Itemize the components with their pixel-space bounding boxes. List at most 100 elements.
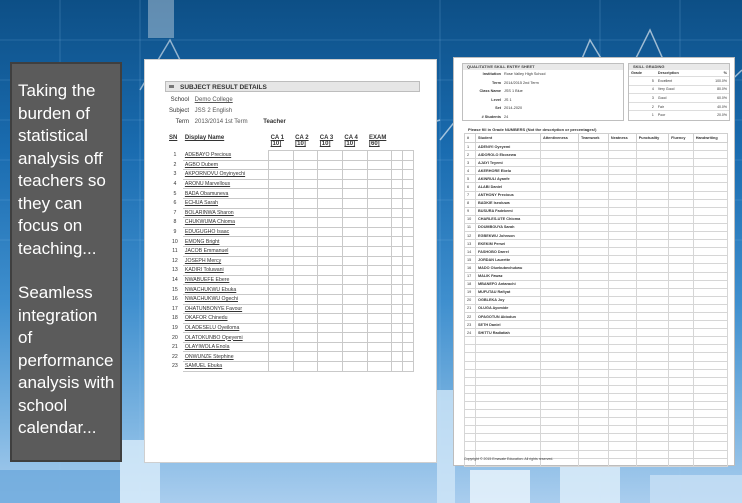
skill-cell[interactable] bbox=[692, 320, 729, 330]
skill-cell[interactable] bbox=[539, 425, 580, 435]
skill-cell[interactable] bbox=[539, 384, 580, 394]
skill-cell[interactable] bbox=[692, 336, 729, 346]
ca2-cell[interactable] bbox=[292, 255, 319, 267]
skill-cell[interactable] bbox=[607, 360, 637, 370]
ca1-cell[interactable] bbox=[268, 332, 294, 343]
ca2-cell[interactable] bbox=[292, 236, 319, 247]
skill-cell[interactable] bbox=[539, 287, 580, 297]
skill-cell[interactable] bbox=[578, 214, 609, 224]
ca3-cell[interactable] bbox=[317, 341, 343, 353]
skill-cell[interactable] bbox=[635, 433, 670, 443]
skill-cell[interactable] bbox=[578, 231, 609, 241]
skill-cell[interactable] bbox=[668, 231, 694, 241]
ca3-cell[interactable] bbox=[317, 322, 343, 334]
student-name-link[interactable]: JOSEPH Mercy bbox=[182, 256, 269, 267]
skill-cell[interactable] bbox=[607, 457, 637, 467]
skill-cell[interactable] bbox=[635, 328, 670, 338]
ca3-cell[interactable] bbox=[317, 197, 343, 209]
skill-cell[interactable] bbox=[578, 158, 609, 168]
ca2-cell[interactable] bbox=[292, 293, 319, 305]
exam-cell[interactable] bbox=[366, 150, 393, 161]
skill-cell[interactable] bbox=[578, 295, 609, 305]
ca3-cell[interactable] bbox=[317, 236, 343, 247]
ca2-cell[interactable] bbox=[292, 159, 319, 171]
ca2-cell[interactable] bbox=[292, 303, 319, 315]
exam-cell[interactable] bbox=[366, 265, 393, 276]
skill-cell[interactable] bbox=[578, 287, 609, 297]
skill-cell[interactable] bbox=[607, 206, 637, 216]
ca4-cell[interactable] bbox=[341, 159, 368, 171]
skill-cell[interactable] bbox=[692, 328, 729, 338]
skill-cell[interactable] bbox=[539, 392, 580, 403]
skill-cell[interactable] bbox=[635, 352, 670, 362]
exam-cell[interactable] bbox=[366, 293, 393, 305]
exam-cell[interactable] bbox=[366, 284, 393, 295]
ca1-cell[interactable] bbox=[268, 284, 294, 295]
skill-cell[interactable] bbox=[635, 449, 670, 459]
skill-cell[interactable] bbox=[607, 352, 637, 362]
student-name-link[interactable]: NWABUEFE Ebere bbox=[182, 275, 269, 286]
skill-cell[interactable] bbox=[607, 384, 637, 394]
skill-cell[interactable] bbox=[668, 271, 694, 281]
skill-cell[interactable] bbox=[692, 376, 729, 386]
skill-cell[interactable] bbox=[668, 247, 694, 257]
ca2-cell[interactable] bbox=[292, 169, 319, 180]
skill-cell[interactable] bbox=[578, 141, 609, 152]
skill-col-header[interactable]: Student bbox=[475, 133, 541, 143]
ca1-cell[interactable] bbox=[268, 255, 294, 267]
skill-cell[interactable] bbox=[607, 376, 637, 386]
skill-cell[interactable] bbox=[692, 182, 729, 192]
student-name-link[interactable]: BADA Obamuneva bbox=[182, 188, 269, 199]
skill-cell[interactable] bbox=[635, 441, 670, 451]
skill-cell[interactable] bbox=[635, 182, 670, 192]
skill-cell[interactable] bbox=[578, 182, 609, 192]
skill-cell[interactable] bbox=[692, 198, 729, 208]
ca3-cell[interactable] bbox=[317, 351, 343, 363]
ca1-cell[interactable] bbox=[268, 361, 294, 372]
skill-cell[interactable] bbox=[668, 409, 694, 419]
skill-cell[interactable] bbox=[635, 255, 670, 265]
skill-cell[interactable] bbox=[668, 376, 694, 386]
skill-cell[interactable] bbox=[668, 255, 694, 265]
ca3-cell[interactable] bbox=[317, 303, 343, 315]
skill-col-header[interactable]: Punctuality bbox=[635, 133, 670, 143]
skill-cell[interactable] bbox=[635, 360, 670, 370]
skill-col-header[interactable]: # bbox=[464, 133, 476, 143]
ca2-cell[interactable] bbox=[292, 313, 319, 324]
ca1-cell[interactable] bbox=[268, 150, 294, 161]
skill-cell[interactable] bbox=[692, 271, 729, 281]
ca4-cell[interactable] bbox=[341, 207, 368, 219]
skill-cell[interactable] bbox=[635, 295, 670, 305]
ca1-cell[interactable] bbox=[268, 188, 294, 199]
ca2-cell[interactable] bbox=[292, 341, 319, 353]
exam-cell[interactable] bbox=[366, 236, 393, 247]
skill-cell[interactable] bbox=[539, 376, 580, 386]
ca4-cell[interactable] bbox=[341, 361, 368, 372]
student-name-link[interactable]: ECHUA Sarah bbox=[182, 198, 269, 209]
skill-cell[interactable] bbox=[539, 255, 580, 265]
skill-cell[interactable] bbox=[668, 214, 694, 224]
skill-cell[interactable] bbox=[668, 368, 694, 378]
skill-cell[interactable] bbox=[668, 206, 694, 216]
exam-cell[interactable] bbox=[366, 188, 393, 199]
skill-cell[interactable] bbox=[539, 190, 580, 200]
skill-cell[interactable] bbox=[635, 214, 670, 224]
skill-cell[interactable] bbox=[539, 417, 580, 427]
skill-cell[interactable] bbox=[692, 287, 729, 297]
exam-cell[interactable] bbox=[366, 341, 393, 353]
skill-cell[interactable] bbox=[578, 150, 609, 160]
skill-cell[interactable] bbox=[578, 328, 609, 338]
skill-cell[interactable] bbox=[607, 239, 637, 249]
skill-cell[interactable] bbox=[539, 158, 580, 168]
skill-cell[interactable] bbox=[578, 368, 609, 378]
skill-cell[interactable] bbox=[539, 239, 580, 249]
skill-cell[interactable] bbox=[668, 441, 694, 451]
ca1-cell[interactable] bbox=[268, 197, 294, 209]
student-name-link[interactable]: JACOB Emmanuel bbox=[182, 246, 269, 257]
ca1-cell[interactable] bbox=[268, 236, 294, 247]
skill-cell[interactable] bbox=[635, 263, 670, 273]
student-name-link[interactable]: NWACHUKWU Ebuka bbox=[182, 284, 269, 295]
ca2-cell[interactable] bbox=[292, 226, 319, 238]
skill-cell[interactable] bbox=[635, 279, 670, 289]
skill-cell[interactable] bbox=[692, 263, 729, 273]
